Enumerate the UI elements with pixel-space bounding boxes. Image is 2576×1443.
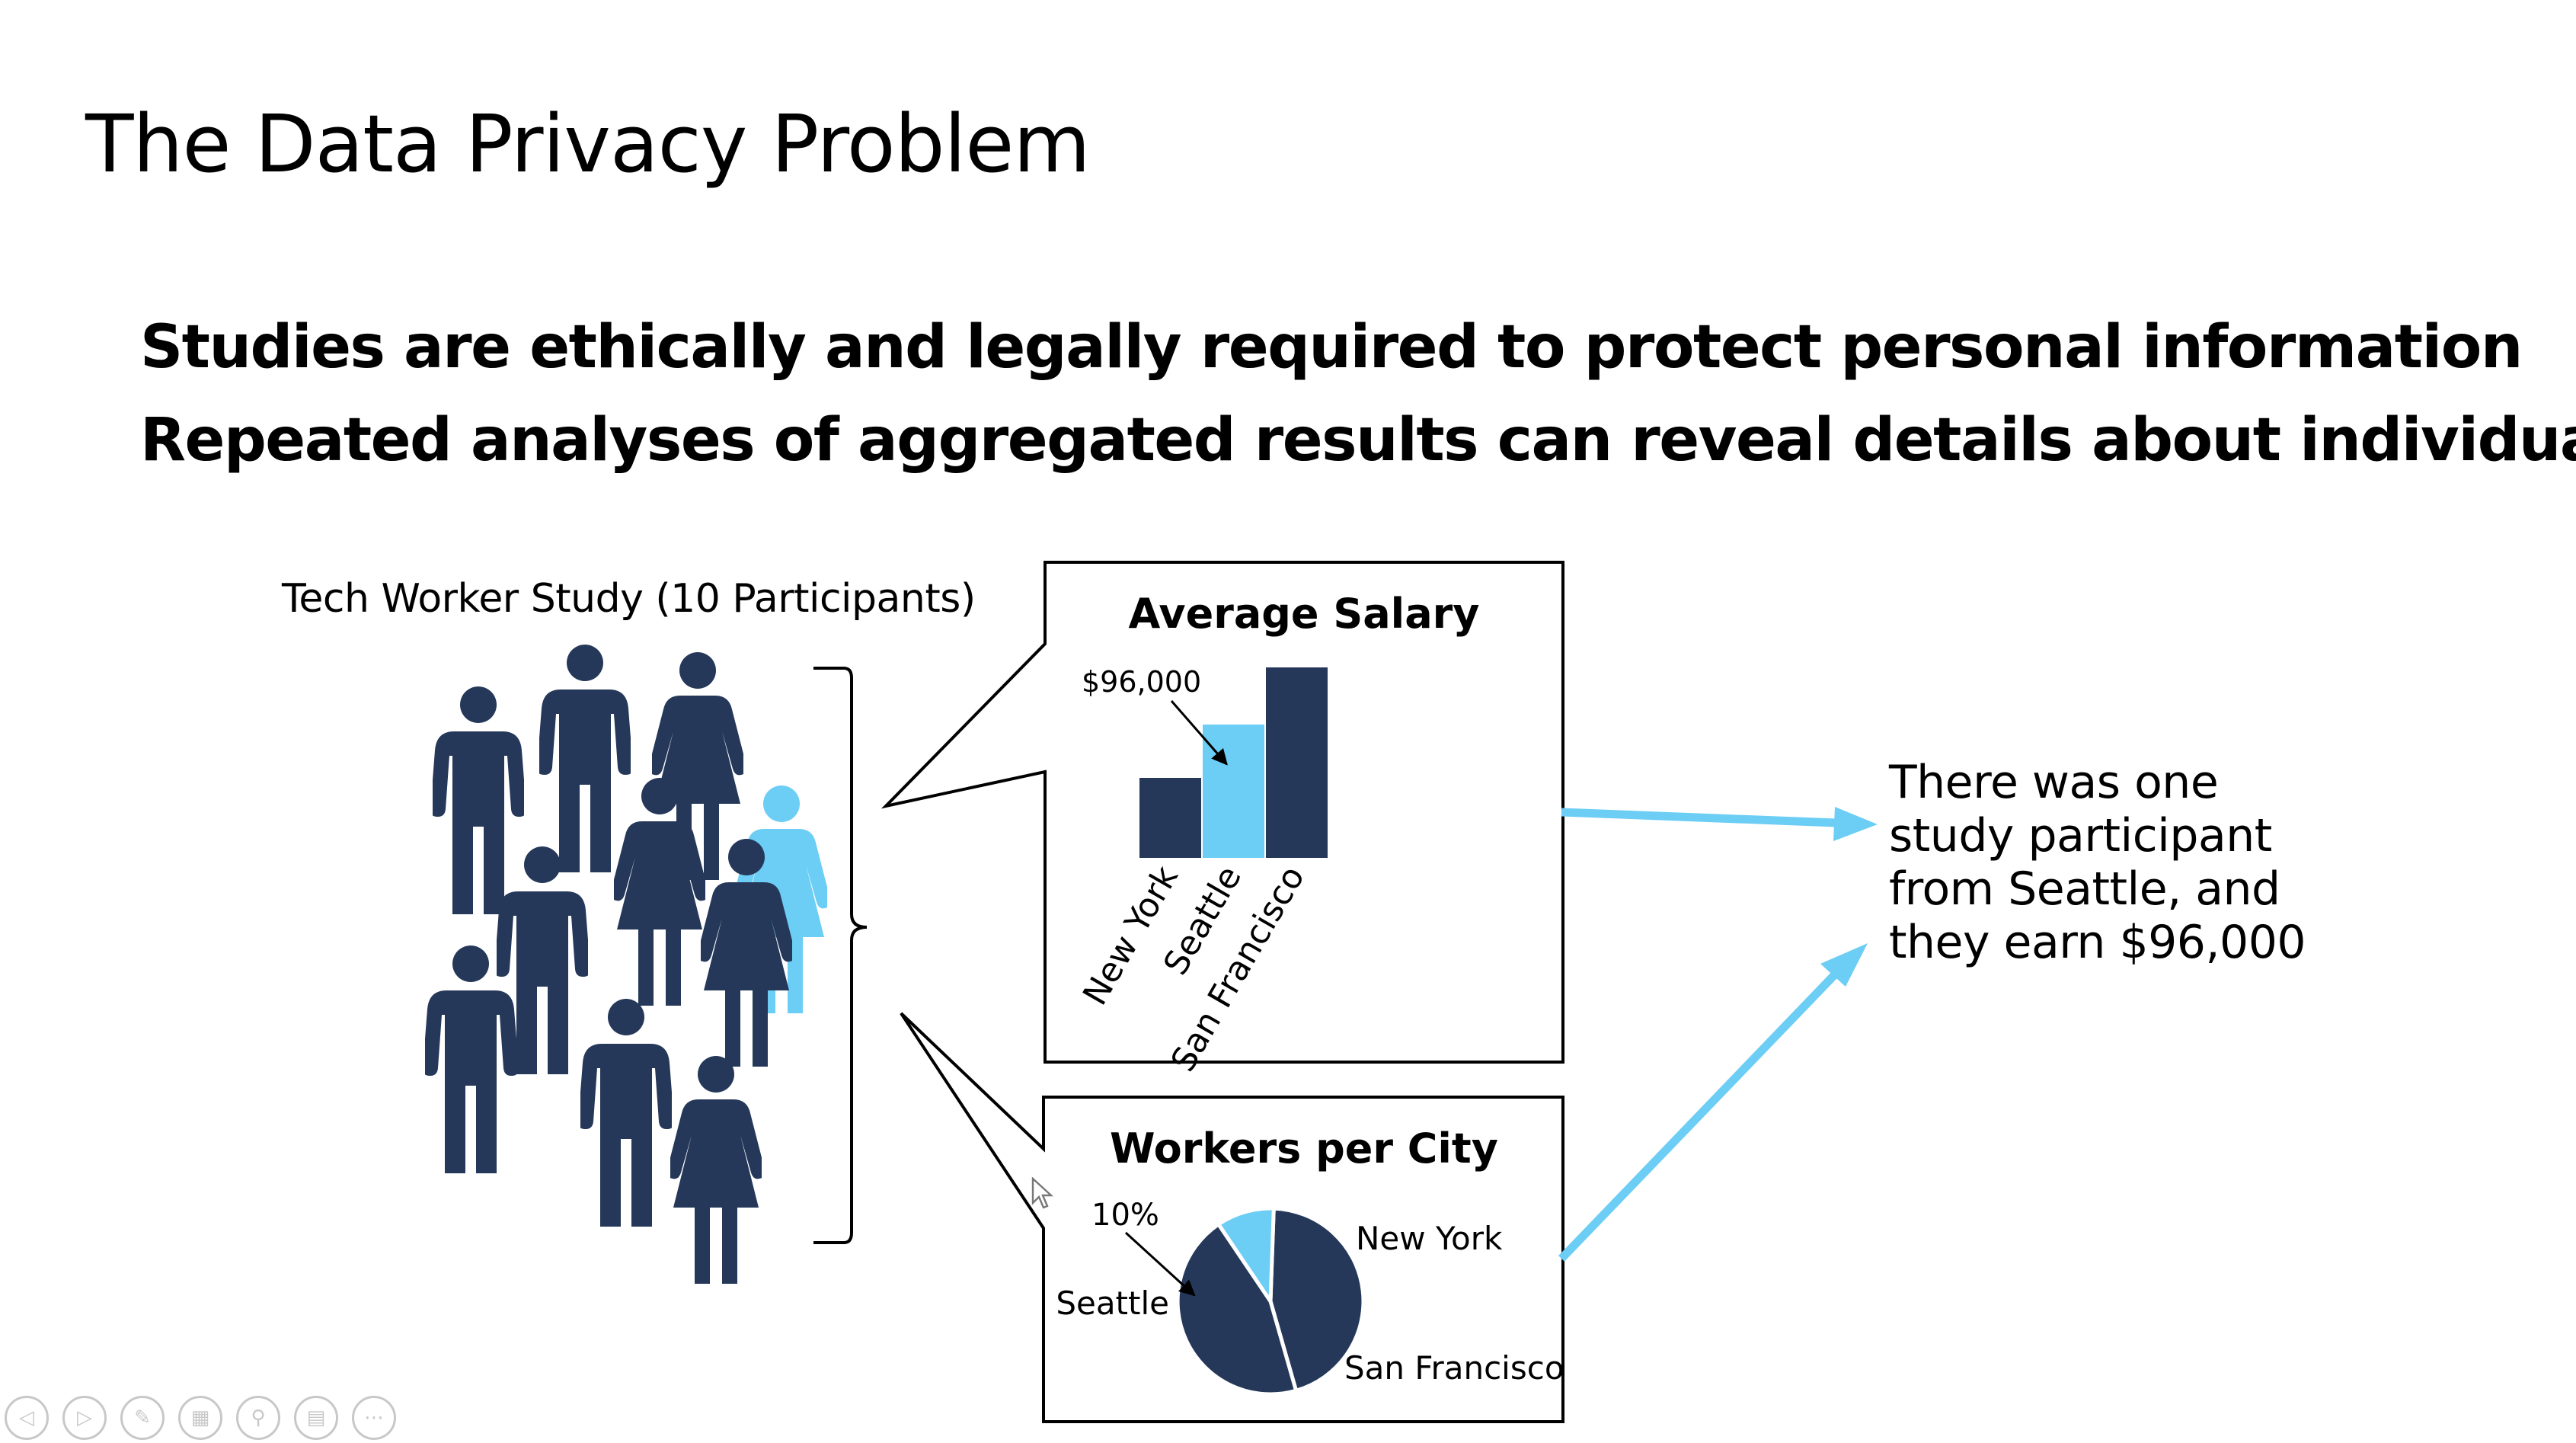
mouse-cursor-icon bbox=[1031, 1177, 1054, 1209]
pen-icon: ✎ bbox=[134, 1406, 151, 1429]
bar-new-york bbox=[1139, 778, 1201, 858]
participant-woman-icon bbox=[670, 1056, 762, 1284]
participant-woman-icon bbox=[614, 778, 705, 1006]
participant-man-icon bbox=[580, 999, 672, 1227]
previous-icon: ◁ bbox=[19, 1406, 34, 1429]
study-label: Tech Worker Study (10 Participants) bbox=[282, 576, 976, 622]
subtitles-icon: ▤ bbox=[306, 1406, 326, 1429]
next-slide-button[interactable]: ▷ bbox=[62, 1396, 107, 1440]
subtitles-button[interactable]: ▤ bbox=[294, 1396, 338, 1440]
pie-annotation-label: 10% bbox=[1091, 1198, 1159, 1233]
participant-figures bbox=[425, 645, 827, 1284]
bar-san-francisco bbox=[1266, 667, 1328, 858]
callout-line: study participant bbox=[1889, 809, 2272, 862]
salary-chart-title: Average Salary bbox=[1129, 590, 1480, 638]
previous-slide-button[interactable]: ◁ bbox=[5, 1396, 49, 1440]
callout-line: they earn $96,000 bbox=[1889, 916, 2306, 969]
pie-slice-label: Seattle bbox=[1056, 1285, 1169, 1322]
see-all-slides-button[interactable]: ▦ bbox=[178, 1396, 222, 1440]
salary-annotation-label: $96,000 bbox=[1082, 665, 1201, 699]
pie-slice-label: New York bbox=[1356, 1220, 1503, 1257]
slides-icon: ▦ bbox=[190, 1406, 210, 1429]
presentation-toolbar: ◁ ▷ ✎ ▦ ⚲ ▤ ⋯ bbox=[5, 1396, 396, 1440]
salary-to-callout-arrow bbox=[1561, 808, 1836, 827]
bullet-aggregation-risk: Repeated analyses of aggregated results … bbox=[140, 406, 2576, 475]
conclusion-callout: There was one study participant from Sea… bbox=[1889, 756, 2306, 969]
callout-line: There was one bbox=[1889, 756, 2219, 809]
slide-diagram: Average Salary New York Seattle San Franci… bbox=[425, 561, 1878, 1423]
city-chart-title: Workers per City bbox=[1110, 1125, 1498, 1173]
pie-to-callout-arrow bbox=[1558, 971, 1839, 1262]
bar-seattle bbox=[1203, 725, 1264, 858]
participant-man-icon bbox=[539, 645, 631, 872]
pie-slice-label: San Francisco bbox=[1344, 1349, 1564, 1387]
participant-man-icon bbox=[425, 945, 516, 1173]
zoom-icon: ⚲ bbox=[251, 1406, 266, 1429]
bullet-privacy-requirement: Studies are ethically and legally requir… bbox=[140, 313, 2523, 382]
slide-title: The Data Privacy Problem bbox=[85, 98, 1091, 190]
salary-arrowhead bbox=[1833, 807, 1878, 841]
pen-tool-button[interactable]: ✎ bbox=[120, 1396, 165, 1440]
participants-brace bbox=[813, 667, 868, 1244]
more-icon: ⋯ bbox=[364, 1406, 384, 1429]
more-options-button[interactable]: ⋯ bbox=[352, 1396, 396, 1440]
participant-man-icon bbox=[433, 686, 524, 914]
callout-line: from Seattle, and bbox=[1889, 862, 2280, 916]
next-icon: ▷ bbox=[77, 1406, 92, 1429]
zoom-button[interactable]: ⚲ bbox=[236, 1396, 280, 1440]
